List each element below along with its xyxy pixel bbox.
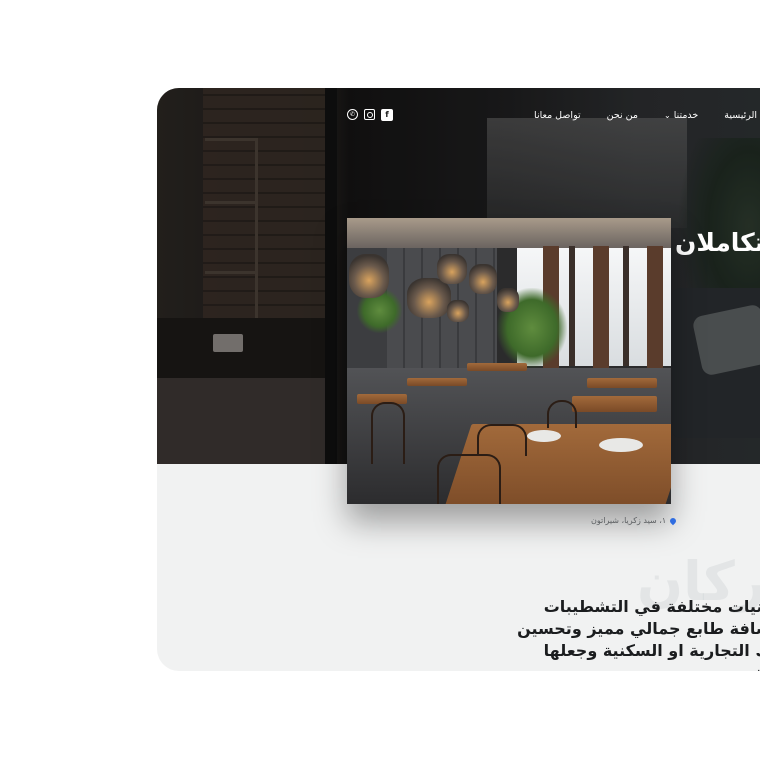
photo-window-frame	[569, 246, 575, 366]
plate	[599, 438, 643, 452]
hero-card: الرئيسية خدمتنا ⌄ من نحن تواصل معانا ✆ f …	[157, 88, 760, 671]
chevron-down-icon: ⌄	[663, 111, 671, 120]
description-line: حدتك التجارية او السكنية وجعلها	[543, 641, 760, 660]
social-links: ✆ f	[347, 109, 393, 121]
dining-table	[467, 363, 527, 371]
address: ١، سيد زكريا، شيراتون	[591, 516, 678, 525]
pendant-lamp	[497, 288, 519, 312]
dining-table	[587, 378, 657, 388]
chair	[371, 402, 405, 464]
facebook-icon[interactable]: f	[381, 109, 393, 121]
description: ع تقنيات مختلفة في التشطيبات ى إضافة طاب…	[487, 596, 760, 671]
photo-curtain	[593, 246, 609, 371]
photo-curtain	[647, 246, 663, 371]
chair	[547, 400, 577, 428]
restaurant-photo	[347, 218, 671, 504]
instagram-icon[interactable]	[364, 109, 375, 120]
dining-table	[572, 396, 657, 412]
pendant-lamp	[469, 264, 497, 294]
description-line: جذابة	[487, 662, 760, 671]
chair	[437, 454, 501, 504]
pendant-lamp	[447, 300, 469, 322]
chair	[477, 424, 527, 456]
photo-window-frame	[623, 246, 629, 366]
plate	[527, 430, 561, 442]
photo-ceiling	[347, 218, 671, 248]
address-text: ١، سيد زكريا، شيراتون	[591, 516, 667, 525]
hero-title: تكاملان	[675, 228, 760, 257]
nav-item-services-label: خدمتنا	[673, 110, 699, 121]
whatsapp-icon[interactable]: ✆	[347, 109, 358, 120]
pendant-lamp	[407, 278, 451, 318]
pendant-lamp	[437, 254, 467, 284]
main-nav: الرئيسية خدمتنا ⌄ من نحن تواصل معانا	[534, 110, 757, 121]
location-pin-icon	[668, 516, 678, 525]
dining-table	[407, 378, 467, 386]
description-line: ى إضافة طابع جمالي مميز وتحسين	[517, 619, 760, 638]
pendant-lamp	[349, 254, 389, 298]
nav-item-about[interactable]: من نحن	[607, 110, 638, 121]
nav-item-services[interactable]: خدمتنا ⌄	[664, 110, 698, 121]
nav-item-contact[interactable]: تواصل معانا	[534, 110, 581, 121]
nav-item-home[interactable]: الرئيسية	[724, 110, 757, 121]
description-line: ع تقنيات مختلفة في التشطيبات	[543, 597, 760, 616]
